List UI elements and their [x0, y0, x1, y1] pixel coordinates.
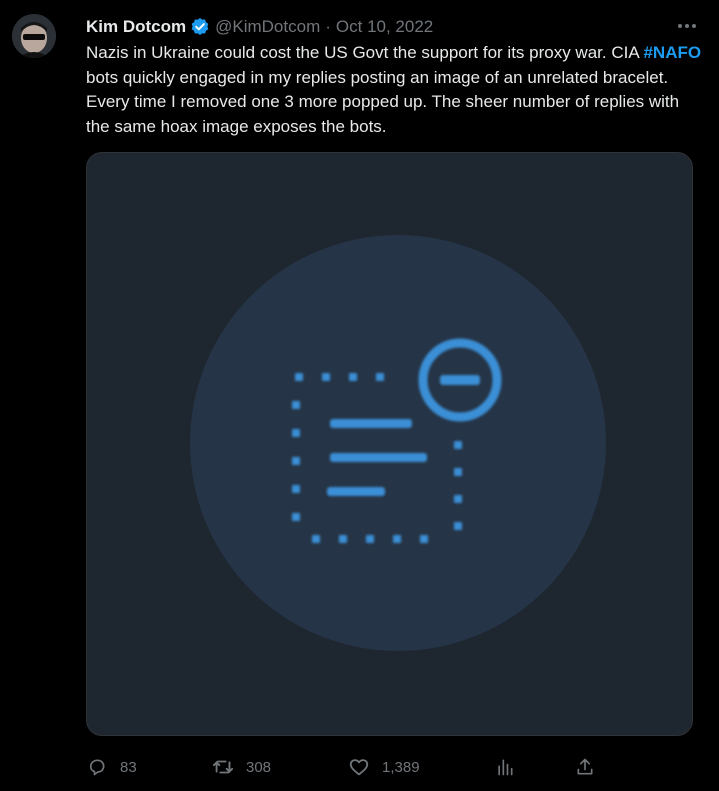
- like-count: 1,389: [382, 758, 420, 776]
- verified-badge-icon: [190, 17, 210, 37]
- tweet-text-before: Nazis in Ukraine could cost the US Govt …: [86, 43, 644, 62]
- like-icon: [348, 756, 370, 778]
- header-separator: ·: [325, 17, 331, 36]
- tweet-text: Nazis in Ukraine could cost the US Govt …: [86, 41, 706, 139]
- author-avatar[interactable]: [12, 14, 56, 58]
- reply-button[interactable]: 83: [86, 752, 137, 782]
- like-button[interactable]: 1,389: [348, 752, 420, 782]
- retweet-button[interactable]: 308: [212, 752, 271, 782]
- reply-count: 83: [120, 758, 137, 776]
- views-button[interactable]: [494, 752, 516, 782]
- tweet-actions: 83 308 1,389: [86, 752, 706, 782]
- retweet-count: 308: [246, 758, 272, 776]
- more-options-icon[interactable]: [671, 14, 703, 38]
- hashtag-link[interactable]: #NAFO: [643, 43, 701, 62]
- share-icon: [574, 756, 596, 778]
- reply-icon: [86, 756, 108, 778]
- media-placeholder[interactable]: [86, 152, 693, 736]
- tweet-date[interactable]: Oct 10, 2022: [336, 15, 433, 39]
- media-backdrop-circle: [190, 235, 606, 651]
- tweet-header: Kim Dotcom @KimDotcom · Oct 10, 2022: [86, 15, 695, 39]
- views-icon: [494, 756, 516, 778]
- tweet-text-after: bots quickly engaged in my replies posti…: [86, 67, 680, 136]
- author-handle[interactable]: @KimDotcom: [215, 15, 320, 39]
- share-button[interactable]: [574, 752, 596, 782]
- author-name[interactable]: Kim Dotcom: [86, 15, 186, 39]
- retweet-icon: [212, 756, 234, 778]
